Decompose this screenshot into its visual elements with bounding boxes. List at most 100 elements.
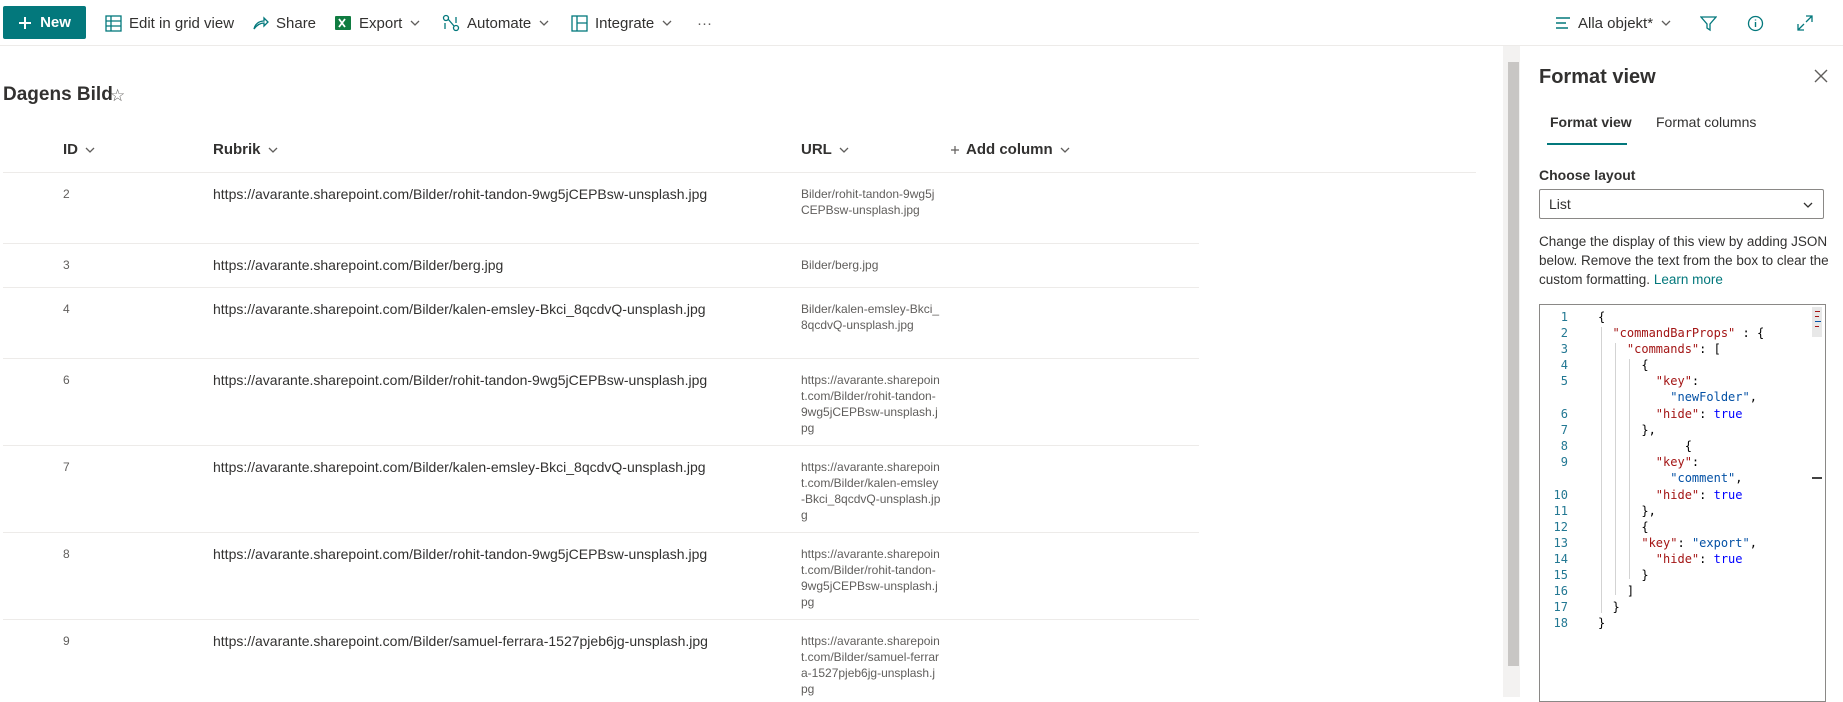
- tab-format-view[interactable]: Format view: [1550, 114, 1632, 130]
- column-header-id[interactable]: ID: [63, 141, 96, 158]
- favorite-star-icon[interactable]: ☆: [110, 86, 125, 106]
- panel-title: Format view: [1539, 66, 1656, 88]
- table-row[interactable]: 9 https://avarante.sharepoint.com/Bilder…: [3, 620, 1199, 697]
- table-row[interactable]: 3 https://avarante.sharepoint.com/Bilder…: [3, 244, 1199, 288]
- cell-rubrik: https://avarante.sharepoint.com/Bilder/r…: [213, 546, 708, 562]
- line-number: 17: [1553, 600, 1568, 614]
- code-line: "commands": [: [1626, 342, 1721, 356]
- code-line: "newFolder",: [1670, 390, 1757, 404]
- column-header-url[interactable]: URL: [801, 141, 850, 158]
- chevron-down-icon: [539, 20, 549, 26]
- cell-id: 3: [63, 258, 70, 272]
- code-line: }: [1598, 600, 1620, 614]
- cell-rubrik: https://avarante.sharepoint.com/Bilder/s…: [213, 633, 708, 649]
- edit-grid-view-button[interactable]: Edit in grid view: [105, 0, 234, 46]
- more-icon: ···: [697, 14, 712, 32]
- chevron-down-icon: [410, 20, 420, 26]
- code-line: "commandBarProps" : {: [1612, 326, 1765, 340]
- more-button[interactable]: ···: [697, 0, 712, 46]
- active-tab-indicator: [1547, 143, 1627, 145]
- code-line: "hide": true: [1655, 488, 1743, 502]
- format-description: Change the display of this view by addin…: [1539, 232, 1829, 289]
- layout-dropdown[interactable]: List: [1539, 189, 1824, 219]
- close-icon[interactable]: [1809, 64, 1833, 88]
- share-label: Share: [276, 14, 317, 32]
- tab-format-columns[interactable]: Format columns: [1656, 114, 1756, 130]
- cell-id: 9: [63, 634, 70, 648]
- share-icon: [253, 15, 269, 29]
- share-button[interactable]: Share: [252, 0, 316, 46]
- filter-icon: [1700, 15, 1717, 31]
- code-line: "hide": true: [1655, 552, 1743, 566]
- line-number: 15: [1553, 568, 1568, 582]
- line-number: 12: [1553, 520, 1568, 534]
- cell-url: https://avarante.sharepoint.com/Bilder/s…: [801, 634, 940, 696]
- table-row[interactable]: 6 https://avarante.sharepoint.com/Bilder…: [3, 359, 1199, 446]
- command-bar: New Edit in grid view Share Export Autom…: [0, 0, 1843, 46]
- cell-id: 8: [63, 547, 70, 561]
- code-line: "key":: [1655, 374, 1700, 388]
- table-row[interactable]: 8 https://avarante.sharepoint.com/Bilder…: [3, 533, 1199, 620]
- chevron-down-icon: [1803, 202, 1813, 208]
- line-number: 9: [1560, 455, 1568, 469]
- cell-url: Bilder/rohit-tandon-9wg5jCEPBsw-unsplash…: [801, 187, 935, 217]
- cell-rubrik: https://avarante.sharepoint.com/Bilder/b…: [213, 257, 504, 273]
- plus-icon: [951, 145, 959, 154]
- code-line: {: [1598, 310, 1606, 324]
- line-number: 2: [1560, 326, 1568, 340]
- code-line: {: [1598, 439, 1692, 453]
- cell-rubrik: https://avarante.sharepoint.com/Bilder/k…: [213, 459, 706, 475]
- list-view-icon: [1556, 17, 1570, 29]
- line-number: 13: [1553, 536, 1568, 550]
- line-number: 14: [1553, 552, 1568, 566]
- json-editor[interactable]: 1 2 3 4 5 6 7 8 9 10 11 12 13 14 15 16 1…: [1539, 304, 1826, 702]
- chevron-down-icon: [662, 20, 672, 26]
- fullscreen-button[interactable]: [1797, 0, 1813, 46]
- line-number: 4: [1560, 358, 1568, 372]
- format-view-panel: Format view Format view Format columns C…: [1521, 46, 1843, 702]
- code-line: "hide": true: [1655, 407, 1743, 421]
- view-switcher[interactable]: Alla objekt*: [1555, 0, 1672, 46]
- integrate-icon: [571, 14, 588, 32]
- plus-icon: [19, 16, 32, 29]
- automate-button[interactable]: Automate: [442, 0, 550, 46]
- line-number: 3: [1560, 342, 1568, 356]
- chevron-down-icon: [268, 147, 277, 153]
- export-label: Export: [359, 14, 403, 32]
- info-icon: [1747, 15, 1764, 31]
- line-number: 5: [1560, 374, 1568, 388]
- chevron-down-icon: [1060, 147, 1070, 153]
- line-number: 10: [1553, 488, 1568, 502]
- chevron-down-icon: [85, 147, 95, 153]
- code-line: "key":: [1655, 455, 1700, 469]
- cell-id: 6: [63, 373, 70, 387]
- line-number: 6: [1560, 407, 1568, 421]
- chevron-down-icon: [1661, 20, 1671, 26]
- table-row[interactable]: 4 https://avarante.sharepoint.com/Bilder…: [3, 288, 1199, 359]
- code-line: },: [1598, 423, 1656, 437]
- add-column-button[interactable]: Add column: [950, 141, 1071, 158]
- table-row[interactable]: 2 https://avarante.sharepoint.com/Bilder…: [3, 173, 1199, 244]
- integrate-button[interactable]: Integrate: [571, 0, 673, 46]
- cell-id: 7: [63, 460, 70, 474]
- column-header-url-label: URL: [801, 141, 832, 158]
- editor-minimap[interactable]: [1812, 307, 1822, 647]
- line-number: 1: [1560, 310, 1568, 324]
- export-button[interactable]: Export: [334, 0, 421, 46]
- line-number: 18: [1553, 616, 1568, 630]
- cell-url: https://avarante.sharepoint.com/Bilder/r…: [801, 547, 940, 609]
- grid-icon: [105, 14, 122, 32]
- info-button[interactable]: [1747, 0, 1764, 46]
- add-column-label: Add column: [966, 141, 1053, 158]
- edit-grid-view-label: Edit in grid view: [129, 14, 235, 32]
- filter-button[interactable]: [1700, 0, 1717, 46]
- column-header-rubrik[interactable]: Rubrik: [213, 141, 279, 158]
- code-line: },: [1598, 504, 1656, 518]
- new-button[interactable]: New: [3, 6, 86, 39]
- code-line: }: [1598, 568, 1649, 582]
- table-row[interactable]: 7 https://avarante.sharepoint.com/Bilder…: [3, 446, 1199, 533]
- line-number: 7: [1560, 423, 1568, 437]
- list-scrollbar-thumb[interactable]: [1508, 62, 1519, 666]
- learn-more-link[interactable]: Learn more: [1654, 272, 1723, 287]
- view-switcher-label: Alla objekt*: [1578, 14, 1654, 32]
